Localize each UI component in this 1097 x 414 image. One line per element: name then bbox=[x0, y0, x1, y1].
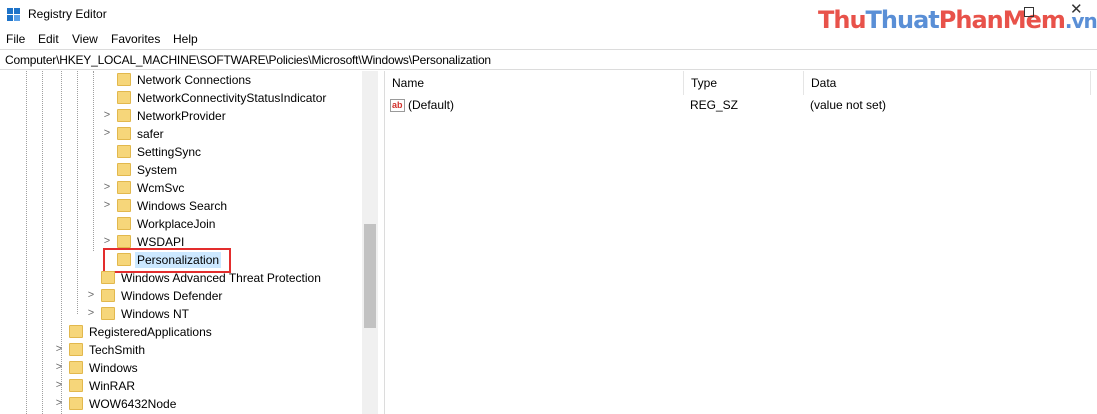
folder-icon bbox=[69, 361, 83, 374]
tree-item-label: Network Connections bbox=[137, 73, 252, 87]
tree-item-label: safer bbox=[137, 127, 164, 141]
address-bar[interactable]: Computer\HKEY_LOCAL_MACHINE\SOFTWARE\Pol… bbox=[0, 49, 1097, 70]
folder-icon bbox=[117, 181, 131, 194]
tree-item[interactable]: > WinRAR bbox=[0, 377, 360, 395]
menu-edit[interactable]: Edit bbox=[38, 32, 59, 46]
folder-icon bbox=[117, 217, 131, 230]
chevron-right-icon[interactable]: > bbox=[54, 396, 64, 410]
tree-item-label: System bbox=[137, 163, 178, 177]
string-value-icon: ab bbox=[390, 99, 405, 112]
chevron-right-icon[interactable]: > bbox=[54, 360, 64, 374]
tree-item-label: Windows Search bbox=[137, 199, 228, 213]
column-header-name[interactable]: Name bbox=[385, 71, 684, 95]
menu-view[interactable]: View bbox=[72, 32, 98, 46]
tree-item-label: WcmSvc bbox=[137, 181, 185, 195]
folder-icon bbox=[101, 307, 115, 320]
tree-item-label: Windows Defender bbox=[121, 289, 223, 303]
folder-icon bbox=[117, 109, 131, 122]
tree-item[interactable]: Windows Advanced Threat Protection bbox=[0, 269, 360, 287]
tree-item-label: SettingSync bbox=[137, 145, 202, 159]
tree-item[interactable]: WorkplaceJoin bbox=[0, 215, 360, 233]
chevron-right-icon[interactable]: > bbox=[102, 234, 112, 248]
value-row[interactable]: ab (Default) REG_SZ (value not set) bbox=[385, 95, 1091, 115]
tree-item[interactable]: > Windows Defender bbox=[0, 287, 360, 305]
tree-item[interactable]: Network Connections bbox=[0, 71, 360, 89]
tree-item-label: Windows NT bbox=[121, 307, 190, 321]
folder-icon bbox=[117, 145, 131, 158]
folder-icon bbox=[117, 127, 131, 140]
column-header-data[interactable]: Data bbox=[804, 71, 1091, 95]
pane-splitter[interactable] bbox=[378, 71, 385, 414]
tree-item[interactable]: > WOW6432Node bbox=[0, 395, 360, 413]
folder-icon bbox=[117, 235, 131, 248]
maximize-icon[interactable] bbox=[1024, 7, 1034, 17]
tree-item[interactable]: SettingSync bbox=[0, 143, 360, 161]
scrollbar-thumb[interactable] bbox=[364, 224, 376, 328]
tree-item[interactable]: NetworkConnectivityStatusIndicator bbox=[0, 89, 360, 107]
tree-item[interactable]: RegisteredApplications bbox=[0, 323, 360, 341]
chevron-right-icon[interactable]: > bbox=[102, 180, 112, 194]
value-type: REG_SZ bbox=[690, 98, 739, 112]
folder-icon bbox=[117, 163, 131, 176]
address-path[interactable]: Computer\HKEY_LOCAL_MACHINE\SOFTWARE\Pol… bbox=[5, 53, 491, 67]
registry-editor-icon bbox=[7, 8, 21, 22]
window-title: Registry Editor bbox=[28, 7, 107, 21]
tree-item[interactable]: > safer bbox=[0, 125, 360, 143]
chevron-right-icon[interactable]: > bbox=[86, 306, 96, 320]
tree-item-label: WorkplaceJoin bbox=[137, 217, 216, 231]
folder-icon bbox=[117, 199, 131, 212]
chevron-right-icon[interactable]: > bbox=[86, 288, 96, 302]
folder-icon bbox=[101, 289, 115, 302]
values-list[interactable]: Name Type Data ab (Default) REG_SZ (valu… bbox=[385, 71, 1097, 414]
tree-item-label: RegisteredApplications bbox=[89, 325, 212, 339]
tree-item-label: WOW6432Node bbox=[89, 397, 177, 411]
tree-item[interactable]: > NetworkProvider bbox=[0, 107, 360, 125]
chevron-right-icon[interactable]: > bbox=[102, 126, 112, 140]
tree-item-label: Windows bbox=[89, 361, 138, 375]
tree-item[interactable]: System bbox=[0, 161, 360, 179]
tree-item[interactable]: > Windows NT bbox=[0, 305, 360, 323]
folder-icon bbox=[117, 91, 131, 104]
value-name: (Default) bbox=[408, 98, 455, 112]
folder-icon bbox=[101, 271, 115, 284]
tree-item-label: Windows Advanced Threat Protection bbox=[121, 271, 321, 285]
chevron-right-icon[interactable]: > bbox=[102, 108, 112, 122]
column-header-type[interactable]: Type bbox=[684, 71, 804, 95]
tree-item-label: NetworkProvider bbox=[137, 109, 226, 123]
folder-icon bbox=[69, 397, 83, 410]
chevron-right-icon[interactable]: > bbox=[54, 378, 64, 392]
menu-favorites[interactable]: Favorites bbox=[111, 32, 160, 46]
folder-icon bbox=[117, 73, 131, 86]
chevron-right-icon[interactable]: > bbox=[54, 342, 64, 356]
menu-bar: File Edit View Favorites Help bbox=[0, 30, 1097, 48]
menu-file[interactable]: File bbox=[6, 32, 25, 46]
tree-item[interactable]: > TechSmith bbox=[0, 341, 360, 359]
close-icon[interactable]: ✕ bbox=[1070, 2, 1097, 17]
tree-item-label: NetworkConnectivityStatusIndicator bbox=[137, 91, 327, 105]
tree-scrollbar[interactable] bbox=[362, 71, 378, 414]
folder-icon bbox=[69, 343, 83, 356]
menu-help[interactable]: Help bbox=[173, 32, 198, 46]
chevron-right-icon[interactable]: > bbox=[102, 198, 112, 212]
value-data: (value not set) bbox=[810, 98, 887, 112]
registry-tree[interactable]: Network Connections NetworkConnectivityS… bbox=[0, 71, 378, 414]
tree-item[interactable]: > WcmSvc bbox=[0, 179, 360, 197]
folder-icon bbox=[69, 325, 83, 338]
tree-item-label: TechSmith bbox=[89, 343, 146, 357]
tree-item-label: WinRAR bbox=[89, 379, 136, 393]
tree-item[interactable]: > Windows Search bbox=[0, 197, 360, 215]
folder-icon bbox=[69, 379, 83, 392]
tree-item[interactable]: > Windows bbox=[0, 359, 360, 377]
title-bar: Registry Editor ThuThuatPhanMem.vn ✕ bbox=[0, 0, 1097, 34]
